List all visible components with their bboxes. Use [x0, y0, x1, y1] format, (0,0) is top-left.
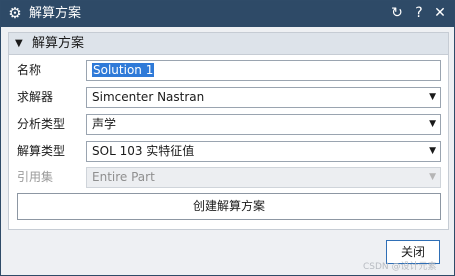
analysis-type-label: 分析类型 [17, 117, 66, 131]
dropdown-arrow-icon: ▼ [429, 146, 436, 156]
reset-icon[interactable]: ↻ [388, 4, 406, 23]
analysis-type-select[interactable]: 声学 ▼ [86, 114, 441, 135]
name-label: 名称 [17, 63, 42, 77]
help-icon[interactable]: ? [410, 4, 428, 23]
close-icon[interactable]: ✕ [431, 4, 449, 23]
create-solution-button[interactable]: 创建解算方案 [17, 193, 441, 220]
solver-select-value: Simcenter Nastran [92, 90, 205, 104]
gear-icon: ⚙ [8, 4, 22, 22]
reference-set-select-value: Entire Part [92, 170, 155, 184]
watermark: CSDN @设计元素 [363, 262, 437, 272]
reference-set-select: Entire Part ▼ [86, 167, 441, 188]
window-title: 解算方案 [29, 6, 82, 21]
dropdown-arrow-icon: ▼ [429, 92, 436, 102]
solver-label: 求解器 [17, 90, 54, 104]
solution-type-select[interactable]: SOL 103 实特征值 ▼ [86, 141, 441, 162]
solution-type-select-value: SOL 103 实特征值 [92, 144, 195, 158]
solution-dialog: ⚙ 解算方案 ↻ ? ✕ ▼ 解算方案 名称 Solution 1 求解器 Si… [0, 0, 455, 276]
collapse-caret-icon[interactable]: ▼ [15, 36, 23, 52]
dropdown-arrow-icon: ▼ [429, 172, 436, 182]
dropdown-arrow-icon: ▼ [429, 119, 436, 129]
solver-select[interactable]: Simcenter Nastran ▼ [86, 87, 441, 108]
group-header[interactable]: ▼ 解算方案 [9, 33, 448, 55]
group-title: 解算方案 [32, 36, 85, 51]
solution-type-label: 解算类型 [17, 144, 66, 158]
name-input[interactable]: Solution 1 [86, 60, 441, 81]
title-bar[interactable]: ⚙ 解算方案 ↻ ? ✕ [1, 1, 454, 27]
name-input-value: Solution 1 [92, 63, 155, 77]
analysis-type-select-value: 声学 [92, 117, 117, 131]
solution-group-panel: ▼ 解算方案 名称 Solution 1 求解器 Simcenter Nastr… [8, 32, 449, 230]
reference-set-label: 引用集 [17, 170, 54, 184]
